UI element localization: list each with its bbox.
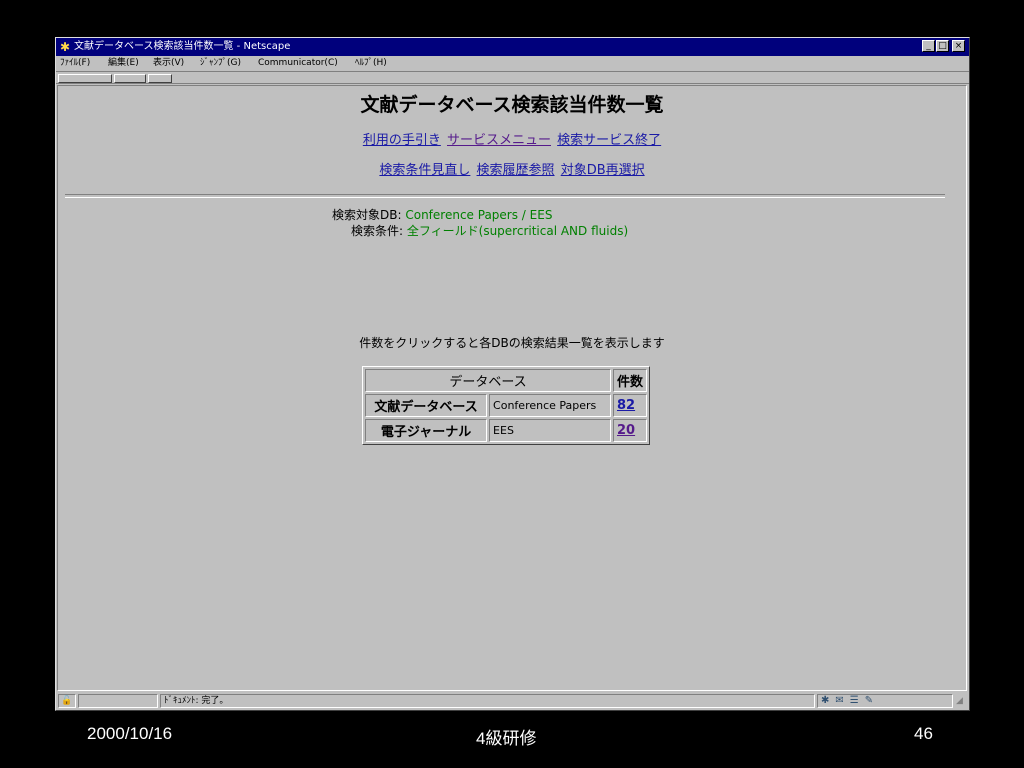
row-count: 20 [613, 419, 648, 442]
row-category: 電子ジャーナル [365, 419, 488, 442]
progress-bar [78, 694, 158, 708]
netscape-icon: ✱ [59, 40, 71, 54]
header-count: 件数 [613, 369, 648, 392]
menu-edit[interactable]: 編集(E) [108, 56, 139, 70]
nav-links-row1: 利用の手引き サービスメニュー 検索サービス終了 [58, 129, 966, 148]
navigator-icon[interactable]: ✱ [821, 695, 835, 706]
status-bar: 🔓 ﾄﾞｷｭﾒﾝﾄ: 完了。 ✱✉☰✎ ◢ [56, 692, 969, 710]
page-title: 文献データベース検索該当件数一覧 [360, 94, 664, 116]
window-title: 文献データベース検索該当件数一覧 - Netscape [74, 41, 291, 52]
count-link[interactable]: 20 [617, 423, 635, 438]
page-content: 文献データベース検索該当件数一覧 利用の手引き サービスメニュー 検索サービス終… [57, 85, 967, 691]
search-condition-label: 検索条件: [351, 224, 404, 238]
search-condition-value: 全フィールド(supercritical AND fluids) [406, 224, 629, 238]
status-text: ﾄﾞｷｭﾒﾝﾄ: 完了。 [160, 694, 815, 708]
table-header-row: データベース 件数 [365, 369, 648, 392]
menu-go[interactable]: ｼﾞｬﾝﾌﾟ(G) [200, 56, 241, 70]
minimize-button[interactable]: _ [922, 40, 935, 52]
footer-page-number: 46 [914, 724, 933, 743]
toolbar-tab-personal[interactable] [148, 74, 172, 83]
search-db-line: 検索対象DB: Conference Papers / EES [332, 207, 552, 223]
row-count: 82 [613, 394, 648, 417]
discussion-icon[interactable]: ☰ [850, 695, 865, 706]
menu-help[interactable]: ﾍﾙﾌﾟ(H) [355, 56, 387, 70]
link-end-service[interactable]: 検索サービス終了 [557, 133, 661, 148]
header-database: データベース [365, 369, 611, 392]
search-db-value: Conference Papers / EES [405, 208, 553, 222]
search-condition-line: 検索条件: 全フィールド(supercritical AND fluids) [351, 223, 628, 239]
menu-communicator[interactable]: Communicator(C) [258, 56, 338, 70]
divider [65, 194, 945, 198]
menu-bar: ﾌｧｲﾙ(F) 編集(E) 表示(V) ｼﾞｬﾝﾌﾟ(G) Communicat… [56, 56, 969, 70]
nav-links-row2: 検索条件見直し 検索履歴参照 対象DB再選択 [58, 159, 966, 178]
table-row: 文献データベース Conference Papers 82 [365, 394, 648, 417]
count-link[interactable]: 82 [617, 398, 635, 413]
row-db-name: EES [489, 419, 611, 442]
search-db-label: 検索対象DB: [332, 208, 402, 222]
maximize-button[interactable]: □ [936, 40, 949, 52]
results-table: データベース 件数 文献データベース Conference Papers 82 … [362, 366, 651, 445]
link-revise-conditions[interactable]: 検索条件見直し [379, 163, 470, 178]
component-bar[interactable]: ✱✉☰✎ [817, 694, 953, 708]
link-reselect-db[interactable]: 対象DB再選択 [561, 163, 645, 178]
link-service-menu[interactable]: サービスメニュー [447, 133, 551, 148]
table-row: 電子ジャーナル EES 20 [365, 419, 648, 442]
row-db-name: Conference Papers [489, 394, 611, 417]
mail-icon[interactable]: ✉ [835, 695, 849, 706]
toolbar-tab-location[interactable] [114, 74, 146, 83]
title-bar[interactable]: ✱ 文献データベース検索該当件数一覧 - Netscape _ □ × [56, 38, 969, 56]
footer-center: 4級研修 [476, 729, 537, 748]
composer-icon[interactable]: ✎ [865, 695, 879, 706]
footer-date: 2000/10/16 [87, 724, 173, 743]
security-lock-icon[interactable]: 🔓 [58, 694, 76, 708]
instruction-text: 件数をクリックすると各DBの検索結果一覧を表示します [359, 336, 665, 350]
close-button[interactable]: × [952, 40, 965, 52]
browser-window: ✱ 文献データベース検索該当件数一覧 - Netscape _ □ × ﾌｧｲﾙ… [55, 37, 970, 711]
link-search-history[interactable]: 検索履歴参照 [477, 163, 555, 178]
row-category: 文献データベース [365, 394, 488, 417]
link-usage-guide[interactable]: 利用の手引き [363, 133, 441, 148]
collapsed-toolbars[interactable] [56, 71, 969, 84]
menu-view[interactable]: 表示(V) [153, 56, 184, 70]
resize-grip-icon[interactable]: ◢ [956, 696, 963, 706]
toolbar-tab-navigation[interactable] [58, 74, 112, 83]
menu-file[interactable]: ﾌｧｲﾙ(F) [60, 56, 90, 70]
